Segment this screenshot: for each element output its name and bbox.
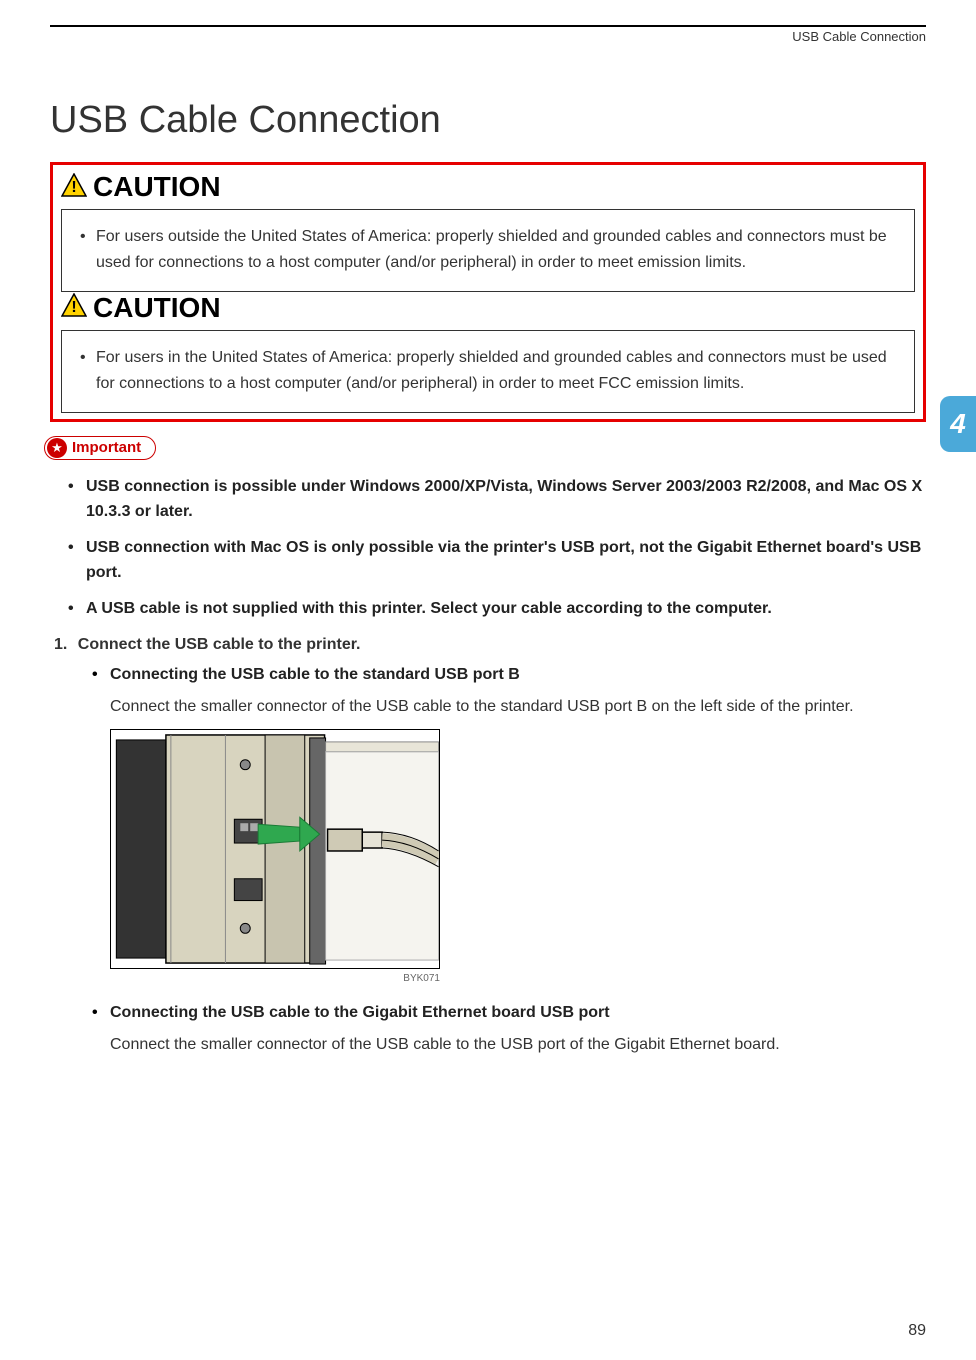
step-text: Connect the USB cable to the printer. [78, 636, 361, 653]
caution-label-2: CAUTION [93, 292, 221, 324]
important-item: USB connection with Mac OS is only possi… [86, 535, 926, 586]
page-title: USB Cable Connection [50, 99, 926, 142]
svg-text:!: ! [71, 299, 76, 316]
caution-item-1: For users outside the United States of A… [96, 224, 898, 277]
warning-triangle-icon: ! [61, 293, 87, 322]
caution-heading-2: ! CAUTION [59, 292, 917, 324]
warning-triangle-icon: ! [61, 173, 87, 202]
sub-desc-1: Connect the smaller connector of the USB… [110, 694, 926, 720]
important-item: A USB cable is not supplied with this pr… [86, 596, 926, 622]
important-item: USB connection is possible under Windows… [86, 474, 926, 525]
step-sub-list: Connecting the USB cable to the standard… [50, 666, 926, 1058]
figure-usb-port-b [110, 729, 440, 969]
sub-item-1: Connecting the USB cable to the standard… [110, 666, 926, 985]
chapter-tab: 4 [940, 396, 976, 452]
svg-text:!: ! [71, 179, 76, 196]
figure-caption: BYK071 [110, 973, 440, 984]
step-1: 1. Connect the USB cable to the printer. [50, 636, 926, 654]
important-list: USB connection is possible under Windows… [50, 474, 926, 622]
running-title: USB Cable Connection [792, 29, 926, 44]
sub-heading-1: Connecting the USB cable to the standard… [110, 666, 926, 684]
star-icon: ★ [47, 438, 67, 458]
page-header: USB Cable Connection [50, 25, 926, 44]
sub-item-2: Connecting the USB cable to the Gigabit … [110, 1004, 926, 1058]
caution-body-1: For users outside the United States of A… [61, 209, 915, 292]
caution-label-1: CAUTION [93, 171, 221, 203]
caution-heading-1: ! CAUTION [59, 171, 917, 203]
chapter-number: 4 [950, 408, 966, 440]
caution-body-2: For users in the United States of Americ… [61, 330, 915, 413]
important-label: Important [72, 439, 141, 456]
printer-illustration-icon [111, 730, 439, 968]
sub-desc-2: Connect the smaller connector of the USB… [110, 1032, 926, 1058]
page-number: 89 [908, 1322, 926, 1340]
sub-heading-2: Connecting the USB cable to the Gigabit … [110, 1004, 926, 1022]
caution-container: ! CAUTION For users outside the United S… [50, 162, 926, 422]
caution-item-2: For users in the United States of Americ… [96, 345, 898, 398]
step-number: 1. [54, 636, 67, 654]
important-badge: ★ Important [44, 436, 156, 460]
